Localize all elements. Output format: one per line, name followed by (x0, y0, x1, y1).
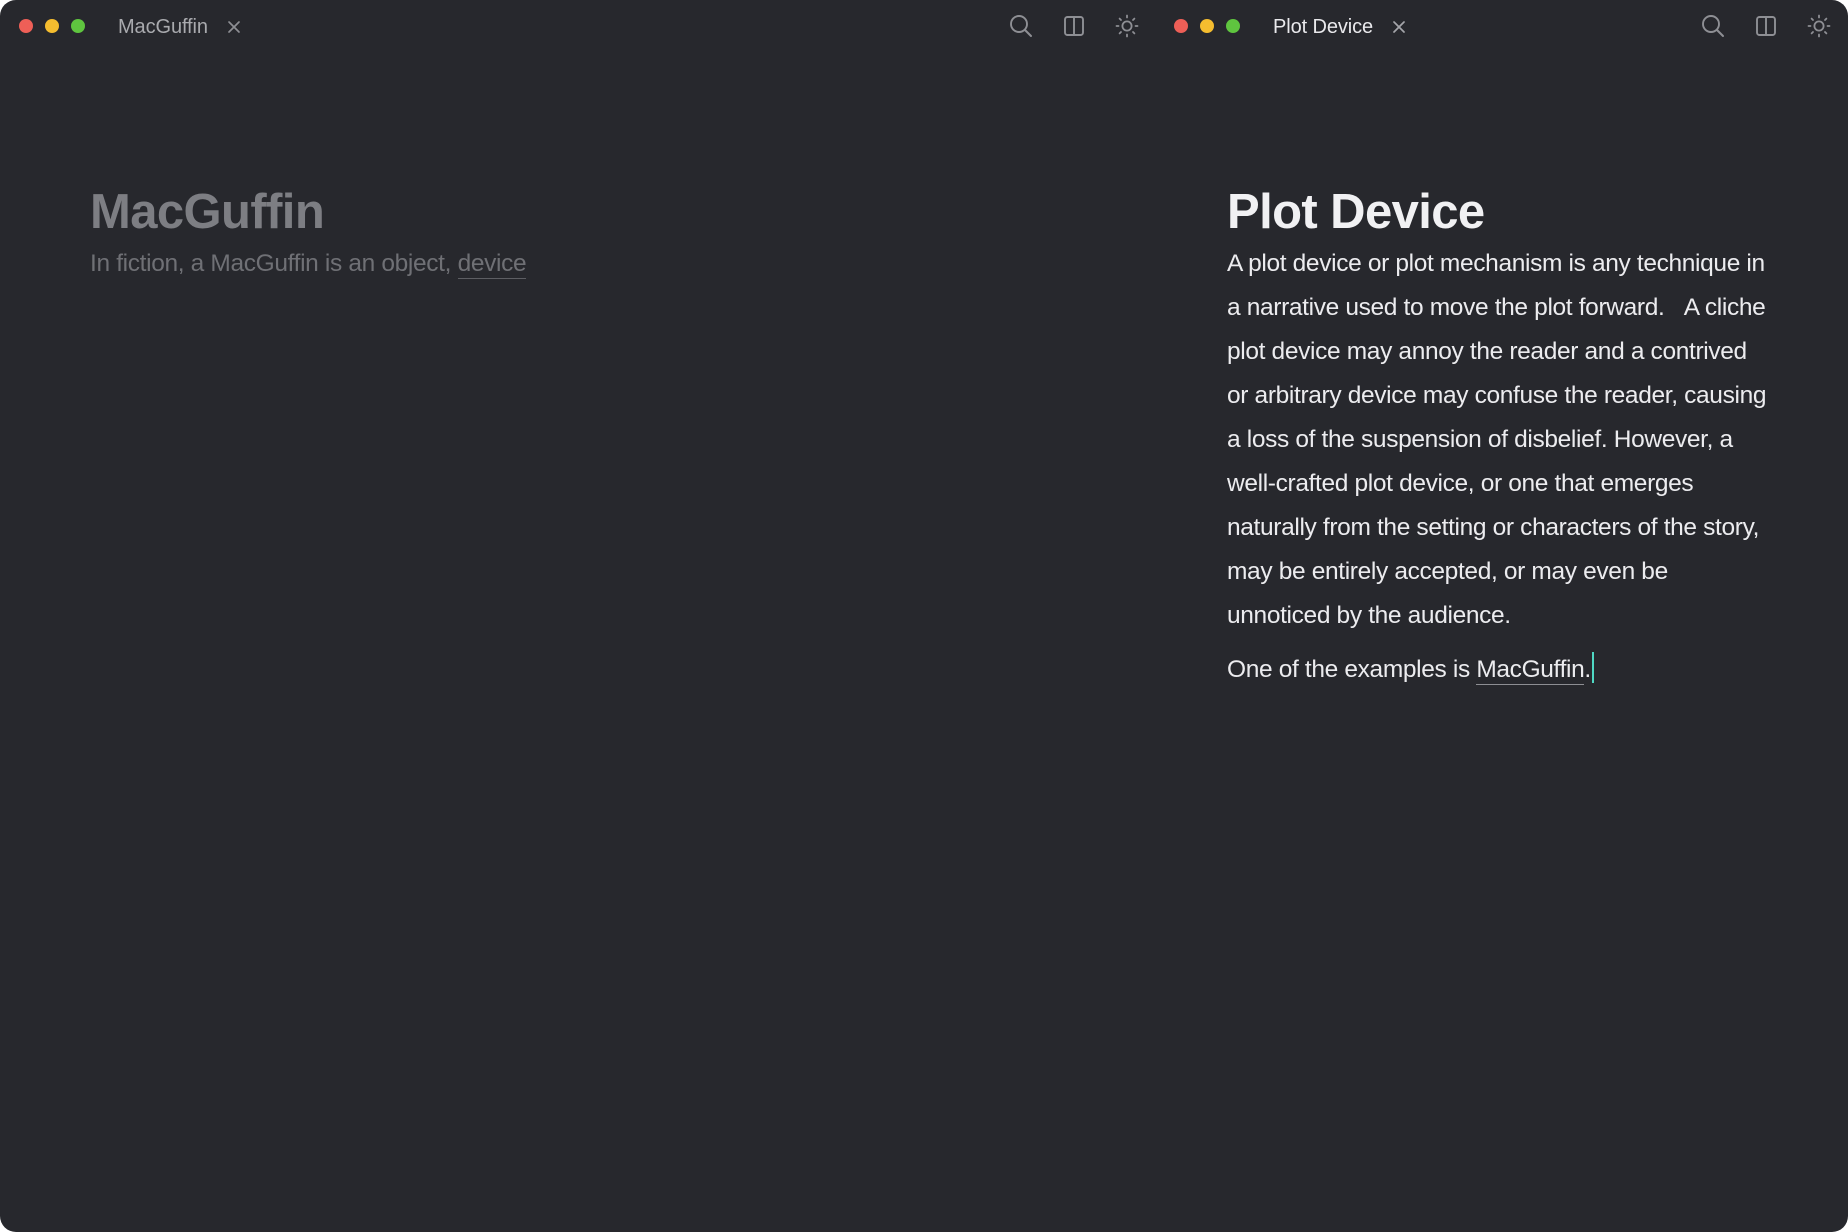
document: Plot Device A plot device or plot mechan… (1227, 182, 1767, 692)
document-title: MacGuffin (90, 185, 325, 239)
close-window-button[interactable] (19, 19, 33, 33)
text-cursor (1591, 652, 1594, 683)
tab-plot-device[interactable]: Plot Device (1273, 12, 1407, 42)
sun-icon[interactable] (1806, 12, 1832, 40)
wiki-link-macguffin[interactable]: MacGuffin (1476, 656, 1585, 685)
document-title: Plot Device (1227, 185, 1485, 239)
titlebar-left: MacGuffin (0, 0, 1155, 54)
tab-title: Plot Device (1273, 15, 1374, 38)
titlebar-right: Plot Device (1155, 0, 1848, 54)
document-paragraph: One of the examples is MacGuffin. (1227, 648, 1767, 692)
traffic-lights (19, 19, 85, 33)
toolbar-right (1700, 12, 1832, 40)
paragraph-text: One of the examples is (1227, 656, 1477, 683)
maximize-window-button[interactable] (1226, 19, 1240, 33)
document-paragraph: In fiction, a MacGuffin is an object, de… (90, 242, 1070, 286)
wiki-link-device[interactable]: device (457, 250, 527, 279)
minimize-window-button[interactable] (1200, 19, 1214, 33)
tab-title: MacGuffin (118, 15, 208, 38)
split-view-icon[interactable] (1061, 12, 1087, 40)
minimize-window-button[interactable] (45, 19, 59, 33)
close-window-button[interactable] (1174, 19, 1188, 33)
editor-pane-macguffin[interactable]: MacGuffin In fiction, a MacGuffin is an … (0, 54, 1155, 1232)
traffic-lights (1174, 19, 1240, 33)
maximize-window-button[interactable] (71, 19, 85, 33)
paragraph-text: . (1584, 656, 1591, 683)
search-icon[interactable] (1008, 12, 1034, 40)
tab-macguffin[interactable]: MacGuffin (118, 12, 242, 42)
toolbar-left (1008, 12, 1140, 40)
split-view-icon[interactable] (1753, 12, 1779, 40)
document: MacGuffin In fiction, a MacGuffin is an … (90, 182, 1070, 286)
search-icon[interactable] (1700, 12, 1726, 40)
paragraph-text: In fiction, a MacGuffin is an object, (90, 250, 458, 277)
document-paragraph: A plot device or plot mechanism is any t… (1227, 250, 1767, 629)
sun-icon[interactable] (1114, 12, 1140, 40)
close-tab-icon[interactable] (1391, 19, 1407, 35)
close-tab-icon[interactable] (226, 19, 242, 35)
editor-pane-plot-device[interactable]: Plot Device A plot device or plot mechan… (1155, 54, 1848, 1232)
app-screen: MacGuffin Plot Device MacGuffin In ficti… (0, 0, 1848, 1232)
